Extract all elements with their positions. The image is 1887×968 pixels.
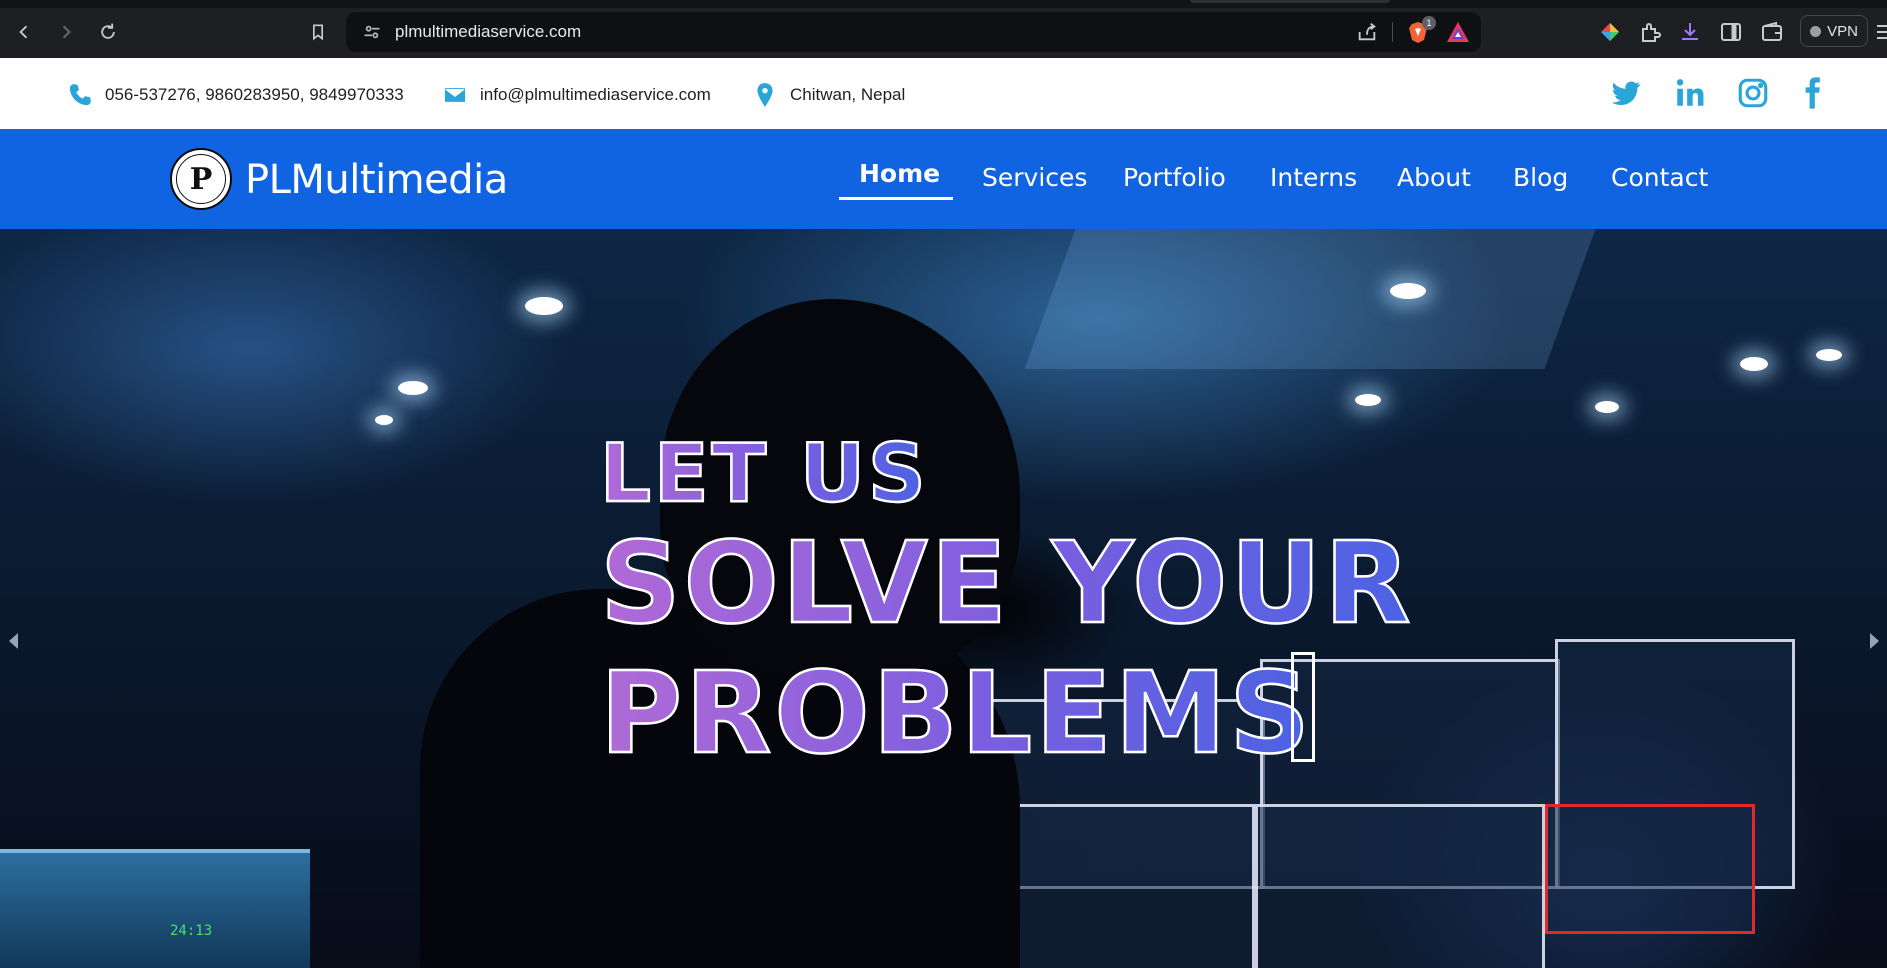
menu-icon[interactable] bbox=[1875, 22, 1887, 42]
vpn-status-icon bbox=[1810, 25, 1822, 37]
nav-blog[interactable]: Blog bbox=[1513, 163, 1568, 192]
slider-next-icon[interactable] bbox=[1868, 631, 1882, 651]
divider bbox=[1392, 22, 1393, 42]
vpn-button[interactable]: VPN bbox=[1800, 15, 1868, 47]
ceiling-light bbox=[1740, 357, 1768, 371]
slider-prev-icon[interactable] bbox=[6, 631, 20, 651]
location-contact: Chitwan, Nepal bbox=[752, 82, 905, 108]
hero-line-3: PROBLEMS bbox=[599, 648, 1313, 781]
email-text: info@plmultimediaservice.com bbox=[480, 85, 711, 104]
nav-interns[interactable]: Interns bbox=[1270, 163, 1357, 192]
phone-contact[interactable]: 056-537276, 9860283950, 9849970333 bbox=[67, 82, 404, 108]
location-text: Chitwan, Nepal bbox=[790, 85, 906, 104]
main-navigation: P PLMultimedia Home Services Portfolio I… bbox=[0, 129, 1887, 229]
laptop-timer: 24:13 bbox=[170, 923, 213, 939]
instagram-icon[interactable] bbox=[1736, 76, 1770, 110]
wallet-icon[interactable] bbox=[1760, 20, 1784, 44]
typing-cursor bbox=[1291, 652, 1315, 762]
brave-rewards-icon[interactable] bbox=[1446, 21, 1470, 43]
chevron-left-icon bbox=[19, 25, 28, 39]
nav-contact[interactable]: Contact bbox=[1611, 163, 1708, 192]
twitter-icon[interactable] bbox=[1609, 76, 1643, 110]
ceiling-light bbox=[398, 381, 428, 395]
reload-icon bbox=[101, 23, 115, 39]
ceiling-light bbox=[1355, 394, 1381, 406]
nav-home[interactable]: Home bbox=[859, 159, 940, 188]
ceiling-glow bbox=[1024, 229, 1596, 369]
ceiling-light bbox=[375, 415, 393, 425]
laptop-screen: 24:13 bbox=[0, 849, 310, 968]
url-text[interactable]: plmultimediaservice.com bbox=[395, 22, 581, 42]
monitor-screen bbox=[1255, 804, 1545, 968]
color-extension-icon[interactable] bbox=[1598, 20, 1622, 44]
nav-about[interactable]: About bbox=[1397, 163, 1471, 192]
tab-strip bbox=[0, 0, 1887, 8]
active-nav-underline bbox=[839, 197, 953, 200]
linkedin-icon[interactable] bbox=[1673, 76, 1707, 110]
phone-icon bbox=[69, 84, 91, 106]
back-button[interactable] bbox=[10, 18, 38, 46]
sidebar-icon[interactable] bbox=[1719, 20, 1743, 44]
browser-toolbar: plmultimediaservice.com 1 VPN bbox=[0, 0, 1887, 58]
tab-indicator bbox=[1190, 0, 1390, 3]
chevron-right-icon bbox=[62, 25, 71, 39]
facebook-icon[interactable] bbox=[1795, 76, 1829, 110]
reload-button[interactable] bbox=[94, 18, 122, 46]
logo-letter: P bbox=[176, 154, 226, 204]
hero-slider: 24:13 LET US SOLVE YOUR PROBLEMS bbox=[0, 229, 1887, 968]
email-contact[interactable]: info@plmultimediaservice.com bbox=[442, 82, 711, 108]
ceiling-light bbox=[525, 297, 563, 315]
ceiling-light bbox=[1595, 401, 1619, 413]
hero-line-1: LET US bbox=[599, 426, 929, 522]
share-icon[interactable] bbox=[1356, 21, 1378, 43]
shield-count-badge: 1 bbox=[1422, 16, 1436, 30]
vpn-label: VPN bbox=[1827, 22, 1858, 40]
brand-name[interactable]: PLMultimedia bbox=[245, 157, 508, 203]
ceiling-light bbox=[1816, 349, 1842, 361]
nav-services[interactable]: Services bbox=[982, 163, 1087, 192]
download-icon[interactable] bbox=[1678, 20, 1702, 44]
site-settings-icon[interactable] bbox=[362, 22, 382, 42]
map-pin-icon bbox=[757, 83, 773, 107]
envelope-icon bbox=[443, 86, 467, 104]
hero-line-2: SOLVE YOUR bbox=[599, 518, 1414, 651]
address-bar[interactable]: plmultimediaservice.com 1 bbox=[346, 12, 1481, 52]
nav-portfolio[interactable]: Portfolio bbox=[1123, 163, 1226, 192]
bookmark-button[interactable] bbox=[304, 18, 332, 46]
extensions-icon[interactable] bbox=[1638, 20, 1662, 44]
contact-bar: 056-537276, 9860283950, 9849970333 info@… bbox=[0, 58, 1887, 129]
phone-text: 056-537276, 9860283950, 9849970333 bbox=[105, 85, 404, 104]
monitor-screen-live bbox=[1545, 804, 1755, 934]
bookmark-icon bbox=[313, 24, 323, 41]
forward-button[interactable] bbox=[52, 18, 80, 46]
logo[interactable]: P bbox=[170, 148, 232, 210]
ceiling-light bbox=[1390, 283, 1426, 299]
